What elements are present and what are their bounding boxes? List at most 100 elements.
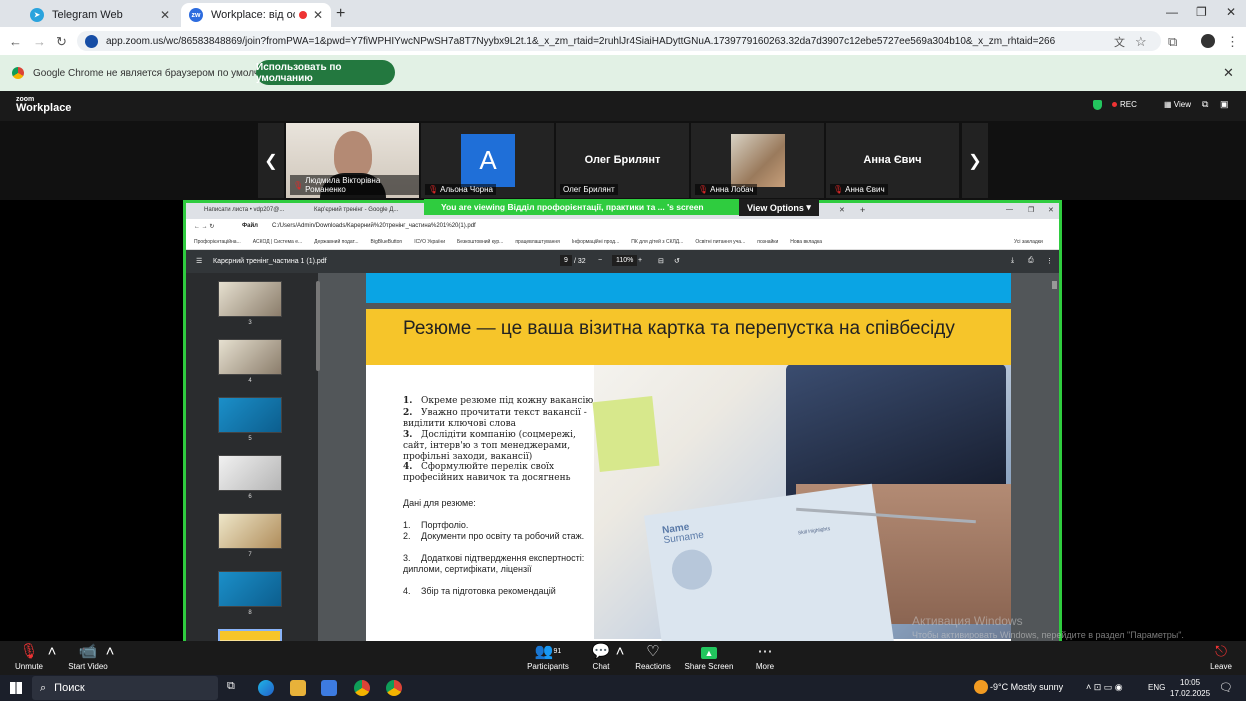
pdf-zoom-level: 110% — [612, 255, 638, 266]
fullscreen-icon[interactable]: ▣ — [1220, 99, 1229, 110]
close-icon[interactable]: ✕ — [1223, 65, 1234, 81]
bookmark: Профорієнтаційна... — [194, 239, 241, 245]
search-icon: ⌕ — [40, 681, 47, 694]
edge-icon[interactable] — [258, 680, 274, 696]
close-icon[interactable]: ✕ — [313, 8, 323, 22]
tab-zoom[interactable]: zw Workplace: від освіти до к... ✕ — [181, 3, 331, 27]
share-screen-button[interactable]: ▲ Share Screen — [684, 644, 734, 671]
windows-start-icon[interactable] — [10, 682, 22, 694]
bookmark: познайки — [757, 239, 779, 245]
store-icon[interactable] — [321, 680, 337, 696]
rec-dot-icon — [1112, 102, 1117, 107]
bookmark: BigBlueButton — [370, 239, 403, 245]
recording-icon — [298, 11, 307, 19]
bookmark: Інформаційні прод... — [571, 239, 620, 245]
shield-icon — [1093, 100, 1102, 110]
participant-tile[interactable]: 🎙 Анна Лобач — [691, 123, 824, 198]
shared-close-icon: ✕ — [1048, 207, 1054, 214]
tab-title: Workplace: від освіти до к... — [211, 9, 295, 21]
view-options-button[interactable]: View Options ▾ — [739, 199, 819, 216]
more-icon: ⋯ — [757, 643, 773, 660]
all-bookmarks: Усі закладки — [1014, 239, 1043, 245]
chat-options-button[interactable]: ˄ — [614, 644, 626, 662]
url-bar[interactable]: app.zoom.us/wc/86583848869/join?fromPWA=… — [77, 31, 1161, 51]
windows-activation-title: Активация Windows — [912, 614, 1023, 628]
bookmark: Нова вкладка — [790, 239, 823, 245]
set-default-button[interactable]: Использовать по умолчанию — [256, 60, 395, 85]
chrome-icon[interactable] — [354, 680, 370, 696]
forward-icon[interactable]: → — [33, 34, 46, 49]
clock[interactable]: 10:05 17.02.2025 — [1170, 677, 1210, 699]
close-icon[interactable]: ✕ — [160, 8, 170, 22]
shared-tab: Кар'єрний тренінг - Google Д... — [314, 207, 399, 213]
restore-icon[interactable]: ❐ — [1196, 5, 1207, 19]
participant-tile[interactable]: Анна Євич 🎙 Анна Євич — [826, 123, 959, 198]
page-thumbnail — [218, 339, 282, 375]
profile-avatar[interactable] — [1201, 34, 1215, 48]
avatar — [731, 134, 785, 187]
telegram-icon: ➤ — [30, 8, 44, 22]
thumb-number: 4 — [248, 378, 252, 384]
mic-muted-icon: 🎙 — [19, 643, 39, 660]
gallery-prev-button[interactable]: ❮ — [258, 123, 284, 198]
participant-tile[interactable]: A 🎙 Альона Чорна — [421, 123, 554, 198]
gallery-next-button[interactable]: ❯ — [962, 123, 988, 198]
default-browser-infobar: Google Chrome не является браузером по у… — [0, 55, 1246, 91]
back-icon[interactable]: ← — [9, 34, 22, 49]
participant-tile[interactable]: Олег Брилянт Олег Брилянт — [556, 123, 689, 198]
notifications-icon[interactable]: 🗨 — [1219, 681, 1233, 694]
more-icon: ⋮ — [1046, 258, 1053, 265]
chevron-down-icon: ▾ — [806, 202, 811, 212]
pdf-filename: Карєрний тренінг_частина 1 (1).pdf — [213, 258, 327, 265]
explorer-icon[interactable] — [290, 680, 306, 696]
reload-icon[interactable]: ↻ — [56, 34, 67, 50]
participant-big-name: Олег Брилянт — [584, 154, 661, 166]
zoom-logo-bottom: Workplace — [16, 102, 72, 114]
reactions-button[interactable]: ♡ Reactions — [632, 644, 674, 672]
audio-options-button[interactable]: ˄ — [46, 644, 58, 662]
more-button[interactable]: ⋯ More — [748, 643, 782, 672]
leave-button[interactable]: ⎋ Leave — [1204, 644, 1238, 672]
zoom-header: zoom Workplace REC ▦ View ⧉ ▣ — [0, 91, 1246, 121]
data-item: 2. Документи про освіту та робочий стаж. — [403, 531, 585, 541]
chrome-icon — [12, 67, 24, 79]
view-button[interactable]: ▦ View — [1164, 100, 1191, 109]
pdf-menu-icon: ☰ — [196, 258, 203, 265]
time: 10:05 — [1180, 678, 1201, 687]
participants-button[interactable]: 👥91 Participants — [524, 643, 572, 672]
language-indicator[interactable]: ENG — [1148, 683, 1165, 692]
tip-item: 4. Сформулюйте перелік своїх професійних … — [403, 462, 571, 483]
extensions-icon[interactable]: ⧉ — [1168, 34, 1177, 50]
video-options-button[interactable]: ˄ — [104, 644, 116, 662]
tip-item: 1. Окреме резюме під кожну вакансію — [403, 396, 594, 406]
pdf-thumbnails: 3 4 5 6 7 8 — [186, 273, 318, 670]
new-tab-button[interactable]: + — [336, 5, 345, 23]
pip-icon[interactable]: ⧉ — [1202, 99, 1208, 110]
browser-tab-strip: ➤ Telegram Web ✕ zw Workplace: від освіт… — [0, 0, 1246, 27]
rotate-icon: ↺ — [674, 258, 680, 265]
tip-item: 3. Дослідіти компанію (соцмережі, сайт, і… — [403, 430, 576, 462]
minimize-icon[interactable]: — — [1166, 5, 1178, 19]
weather-text[interactable]: -9°C Mostly sunny — [990, 682, 1063, 692]
tray-icons[interactable]: ˄ ⊡ ▭ ◉ — [1086, 682, 1123, 693]
task-view-icon[interactable]: ⧉ — [227, 680, 243, 696]
translate-icon[interactable]: 文 — [1114, 34, 1125, 50]
close-window-icon[interactable]: ✕ — [1226, 5, 1236, 19]
chrome-icon[interactable] — [386, 680, 402, 696]
participant-tile[interactable]: 🎙 Людмила Вікторівна Романенко — [286, 123, 419, 198]
bookmark-star-icon[interactable]: ☆ — [1135, 34, 1147, 50]
taskbar-search[interactable]: ⌕ Поиск — [32, 676, 218, 700]
participants-icon: 👥91 — [534, 643, 562, 660]
windows-taskbar: ⌕ Поиск ⧉ -9°C Mostly sunny ˄ ⊡ ▭ ◉ ENG 1… — [0, 675, 1246, 701]
url-text: app.zoom.us/wc/86583848869/join?fromPWA=… — [106, 35, 1056, 47]
unmute-button[interactable]: 🎙 Unmute — [12, 643, 46, 672]
chat-button[interactable]: 💬 Chat — [584, 644, 618, 672]
shared-address-bar: ← → ↻ Файл C:/Users/Admin/Downloads/Каре… — [186, 219, 1059, 236]
tab-telegram[interactable]: ➤ Telegram Web ✕ — [22, 3, 178, 27]
menu-icon[interactable]: ⋮ — [1226, 34, 1239, 50]
zoom-in-icon: + — [638, 257, 643, 264]
participant-name: Олег Брилянт — [560, 184, 618, 195]
bookmark: Державний подат... — [314, 239, 359, 245]
site-info-icon[interactable] — [85, 34, 98, 48]
fit-page-icon: ⊟ — [658, 258, 664, 265]
